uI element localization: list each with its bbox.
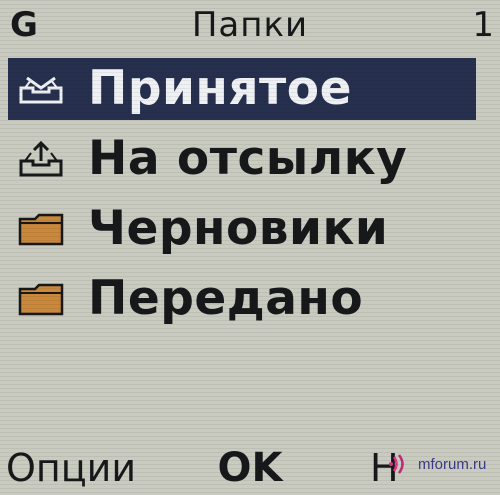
list-item-label: Черновики	[88, 201, 389, 256]
watermark-logo-icon	[389, 454, 404, 474]
status-bar: G Папки 1	[0, 0, 500, 50]
folder-list: Принятое На отсылку Черновики Передано	[0, 58, 500, 338]
page-title: Папки	[191, 5, 309, 45]
watermark-text: mforum.ru	[418, 455, 487, 473]
list-item-sent[interactable]: Передано	[8, 268, 476, 330]
options-softkey[interactable]: Опции	[6, 446, 136, 490]
list-item-outbox[interactable]: На отсылку	[8, 128, 476, 190]
folder-icon	[14, 207, 68, 251]
outbox-icon	[14, 137, 68, 181]
ok-softkey[interactable]: OK	[200, 446, 300, 490]
list-item-label: На отсылку	[88, 131, 408, 186]
phone-screen: G Папки 1 Принятое На отсылку Черновики …	[0, 0, 500, 495]
list-item-label: Принятое	[88, 61, 352, 116]
list-item-label: Передано	[88, 271, 364, 326]
item-counter: 1	[472, 5, 494, 45]
folder-icon	[14, 277, 68, 321]
list-item-drafts[interactable]: Черновики	[8, 198, 476, 260]
inbox-icon	[14, 67, 68, 111]
network-indicator: G	[10, 5, 38, 45]
watermark: mforum.ru	[388, 446, 494, 482]
list-item-inbox[interactable]: Принятое	[8, 58, 476, 120]
